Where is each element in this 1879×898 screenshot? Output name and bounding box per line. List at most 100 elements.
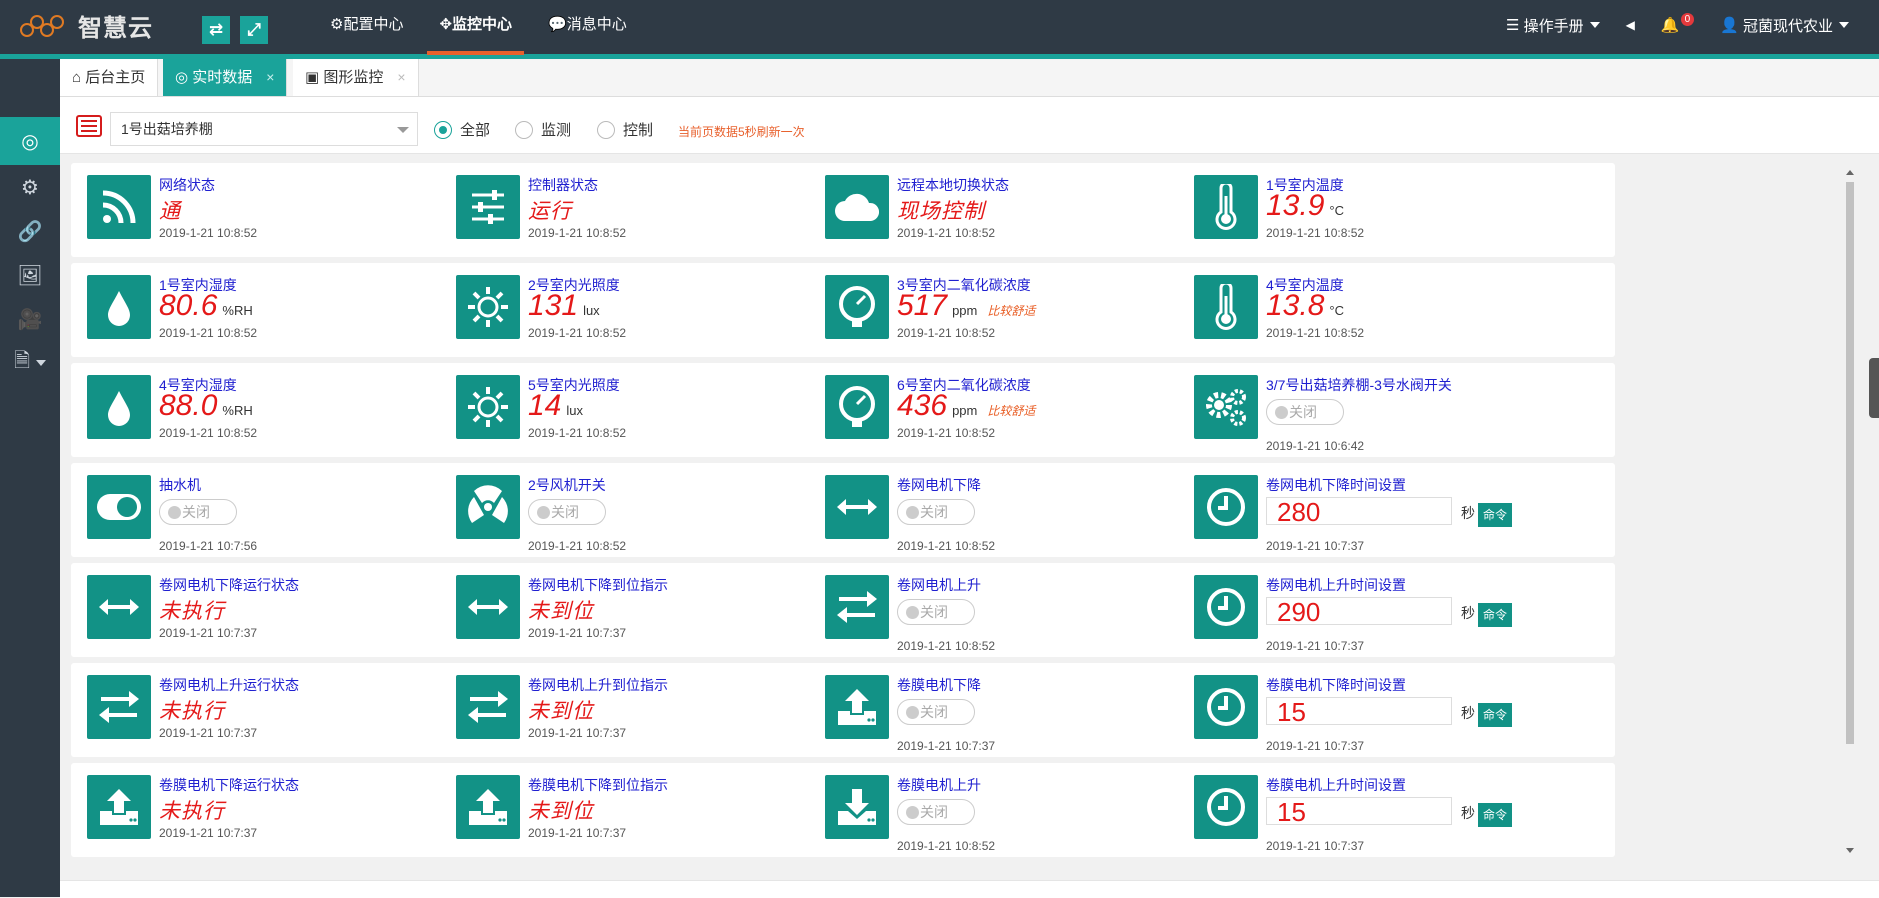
sidebar-item-settings[interactable]: ⚙ [0, 165, 60, 209]
card-timestamp: 2019-1-21 10:7:37 [528, 726, 627, 740]
duration-input[interactable]: 15 [1266, 697, 1452, 726]
card-title: 抽水机 [159, 477, 201, 493]
command-button[interactable]: 命令 [1478, 603, 1512, 627]
close-icon[interactable]: × [397, 69, 405, 85]
device-card: 卷网电机下降时间设置 280 秒命令 2019-1-21 10:7:37 [1178, 463, 1615, 557]
switch-toggle[interactable]: 关闭 [1266, 399, 1344, 425]
switch-toggle[interactable]: 关闭 [897, 599, 975, 625]
clock-icon [1194, 775, 1258, 839]
toggle-icon [87, 475, 151, 539]
radio-all[interactable]: 全部 [434, 119, 490, 140]
command-button[interactable]: 命令 [1478, 703, 1512, 727]
sidebar-item-links[interactable]: 🔗 [0, 209, 60, 253]
user-menu[interactable]: 👤 冠菌现代农业 [1720, 15, 1849, 36]
card-title: 卷网电机上升 [897, 577, 981, 593]
comfort-note: 比较舒适 [987, 304, 1036, 318]
download-icon [825, 775, 889, 839]
command-button[interactable]: 命令 [1478, 503, 1512, 527]
card-timestamp: 2019-1-21 10:8:52 [159, 326, 258, 340]
card-title: 远程本地切换状态 [897, 177, 1009, 193]
switch-label: 关闭 [920, 604, 948, 620]
clock-icon [1194, 575, 1258, 639]
sun-icon [456, 375, 520, 439]
nav-monitor[interactable]: ✥监控中心 [427, 0, 524, 55]
tab-home-label: 后台主页 [85, 69, 146, 86]
shed-select[interactable]: 1号出菇培养棚 [110, 112, 418, 146]
tab-graphic[interactable]: ▣ 图形监控 × [293, 59, 419, 96]
logo-icon [20, 13, 64, 39]
swap-button[interactable]: ⇄ [202, 16, 230, 44]
switch-label: 关闭 [920, 804, 948, 820]
sidebar-item-reports[interactable]: 🗎 [0, 341, 60, 385]
status-value: 现场控制 [897, 200, 985, 223]
fan-icon [456, 475, 520, 539]
manual-menu[interactable]: ☰ 操作手册 [1506, 15, 1600, 36]
reading-unit: lux [566, 403, 583, 418]
card-title: 卷膜电机上升时间设置 [1266, 777, 1406, 793]
duration-input[interactable]: 280 [1266, 497, 1452, 526]
upload-icon [456, 775, 520, 839]
upload-icon [87, 775, 151, 839]
link-icon: 🔗 [17, 220, 43, 243]
switch-toggle[interactable]: 关闭 [897, 799, 975, 825]
duration-input[interactable]: 290 [1266, 597, 1452, 626]
radio-monitor[interactable]: 监测 [515, 119, 571, 140]
card-timestamp: 2019-1-21 10:8:52 [897, 326, 996, 340]
scroll-up-icon[interactable] [1846, 170, 1854, 175]
sidebar-item-video[interactable]: 🎥 [0, 297, 60, 341]
nav-message[interactable]: 💬消息中心 [536, 0, 639, 54]
nav-config-label: 配置中心 [343, 16, 404, 33]
app-logo[interactable]: 智慧云 [20, 8, 153, 43]
exchange-icon [87, 675, 151, 739]
card-timestamp: 2019-1-21 10:8:52 [897, 639, 996, 653]
refresh-note: 当前页数据5秒刷新一次 [678, 125, 805, 139]
notifications-button[interactable]: 🔔 0 [1660, 12, 1695, 34]
nav-config[interactable]: ⚙配置中心 [318, 0, 415, 54]
switch-toggle[interactable]: 关闭 [528, 499, 606, 525]
cloud-icon [825, 175, 889, 239]
card-timestamp: 2019-1-21 10:8:52 [528, 226, 627, 240]
switch-label: 关闭 [182, 504, 210, 520]
user-icon: 👤 [1720, 17, 1739, 34]
switch-toggle[interactable]: 关闭 [897, 699, 975, 725]
tab-home[interactable]: ⌂ 后台主页 [60, 59, 159, 96]
shed-select-value: 1号出菇培养棚 [121, 121, 213, 137]
upload-icon [825, 675, 889, 739]
command-button[interactable]: 命令 [1478, 803, 1512, 827]
reading-value: 131 [528, 289, 579, 322]
droplet-icon [87, 275, 151, 339]
sidebar-item-images[interactable]: 🖼 [0, 253, 60, 297]
card-timestamp: 2019-1-21 10:8:52 [528, 539, 627, 553]
bell-icon: 🔔 [1660, 17, 1680, 34]
reading-unit: °C [1329, 303, 1344, 318]
seconds-unit: 秒 [1461, 805, 1475, 821]
close-icon[interactable]: × [266, 69, 274, 85]
radio-dot [515, 120, 533, 139]
scroll-thumb[interactable] [1846, 182, 1854, 744]
radio-control[interactable]: 控制 [597, 119, 653, 140]
top-bar: 智慧云 ⇄ ⤢ ⚙配置中心 ✥监控中心 💬消息中心 ☰ 操作手册 ◀ 🔔 0 👤 … [0, 0, 1879, 59]
nav-monitor-label: 监控中心 [452, 16, 513, 33]
card-timestamp: 2019-1-21 10:7:37 [1266, 839, 1365, 853]
switch-toggle[interactable]: 关闭 [159, 499, 237, 525]
status-value: 未到位 [528, 800, 594, 823]
fullscreen-button[interactable]: ⤢ [240, 16, 268, 44]
sidebar-item-realtime[interactable]: ◎ [0, 117, 60, 165]
image-icon: 🖼 [17, 264, 43, 287]
device-card: 1号室内温度 13.9 °C 2019-1-21 10:8:52 [1178, 163, 1615, 257]
target-icon: ◎ [175, 69, 189, 86]
side-drawer-handle[interactable] [1869, 358, 1879, 418]
card-timestamp: 2019-1-21 10:7:56 [159, 539, 258, 553]
collapse-button[interactable]: ◀ [1626, 18, 1635, 32]
exchange-icon [825, 575, 889, 639]
status-value: 未到位 [528, 600, 594, 623]
radio-dot [434, 120, 452, 139]
sun-icon [456, 275, 520, 339]
scroll-down-icon[interactable] [1846, 848, 1854, 853]
scrollbar[interactable] [1844, 166, 1856, 857]
status-value: 未执行 [159, 800, 225, 823]
reading-value: 517 [897, 289, 948, 322]
duration-input[interactable]: 15 [1266, 797, 1452, 826]
switch-toggle[interactable]: 关闭 [897, 499, 975, 525]
tab-realtime[interactable]: ◎ 实时数据 × [163, 59, 288, 96]
